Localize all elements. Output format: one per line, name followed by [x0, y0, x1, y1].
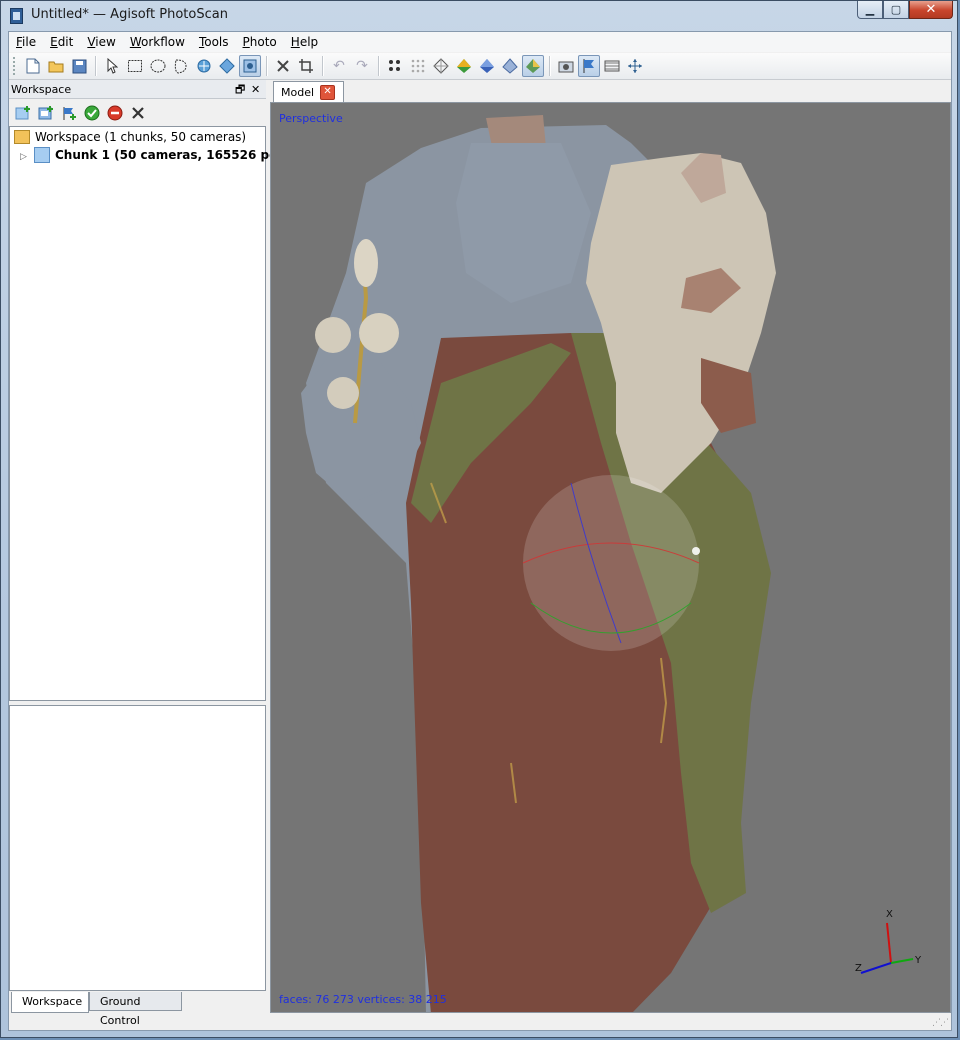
main-toolbar: ↶ ↷ [9, 53, 951, 80]
menu-help[interactable]: Help [284, 35, 325, 49]
client-area: File Edit View Workflow Tools Photo Help [8, 31, 952, 1031]
close-tab-icon[interactable]: ✕ [320, 84, 336, 100]
resize-region-icon[interactable] [239, 55, 261, 77]
show-cameras-icon[interactable] [555, 55, 577, 77]
add-photos-icon[interactable] [35, 102, 57, 124]
toolbar-grip[interactable] [13, 57, 18, 75]
status-bar: ⋰⋰ [9, 1014, 951, 1030]
navigation-icon[interactable] [193, 55, 215, 77]
remove-icon[interactable] [127, 102, 149, 124]
float-dock-icon[interactable]: 🗗 [235, 80, 245, 99]
menu-edit[interactable]: Edit [43, 35, 80, 49]
close-button[interactable]: ✕ [909, 1, 953, 19]
z-axis-label: Z [855, 963, 862, 974]
x-axis-label: X [886, 909, 893, 920]
new-document-icon[interactable] [22, 55, 44, 77]
chunk-icon [34, 146, 50, 163]
disable-icon[interactable] [104, 102, 126, 124]
lily-flower-shape [359, 313, 399, 353]
menu-tools[interactable]: Tools [192, 35, 236, 49]
menu-bar: File Edit View Workflow Tools Photo Help [9, 32, 951, 52]
dock-title-text: Workspace [11, 83, 72, 96]
mesh-stats: faces: 76 273 vertices: 38 215 [279, 993, 447, 1006]
undo-icon[interactable]: ↶ [328, 55, 350, 77]
statue-model [301, 115, 914, 1012]
add-marker-icon[interactable] [58, 102, 80, 124]
show-markers-icon[interactable] [578, 55, 600, 77]
close-dock-icon[interactable]: ✕ [251, 80, 260, 99]
free-form-selection-icon[interactable] [170, 55, 192, 77]
workspace-toolbar [9, 100, 266, 126]
show-shaded-icon[interactable] [476, 55, 498, 77]
chest-shape [456, 143, 591, 303]
menu-file[interactable]: File [9, 35, 43, 49]
pointer-icon[interactable] [101, 55, 123, 77]
tree-item-workspace[interactable]: Workspace (1 chunks, 50 cameras) [14, 128, 246, 146]
show-points-icon[interactable] [384, 55, 406, 77]
minimize-button[interactable]: ▁ [857, 1, 883, 19]
tab-model-label: Model [281, 85, 315, 99]
workspace-dock-title: Workspace 🗗 ✕ [9, 80, 266, 99]
app-icon[interactable] [10, 8, 23, 24]
show-textured-icon[interactable] [499, 55, 521, 77]
show-region-icon[interactable] [601, 55, 623, 77]
workspace-tree: Workspace (1 chunks, 50 cameras) ▷ Chunk … [9, 126, 308, 701]
show-solid-icon[interactable] [453, 55, 475, 77]
delete-icon[interactable] [272, 55, 294, 77]
save-icon[interactable] [68, 55, 90, 77]
add-chunk-icon[interactable] [12, 102, 34, 124]
lily-flower-shape [327, 377, 359, 409]
show-dense-cloud-icon[interactable] [407, 55, 429, 77]
resize-grip-icon[interactable]: ⋰⋰ [932, 1018, 949, 1028]
lily-bud-shape [354, 239, 378, 287]
show-wireframe-icon[interactable] [430, 55, 452, 77]
application-window: Untitled* — Agisoft PhotoScan ▁ ▢ ✕ File… [0, 0, 958, 1038]
toolbar-separator [95, 56, 97, 76]
title-bar[interactable]: Untitled* — Agisoft PhotoScan ▁ ▢ ✕ [1, 1, 959, 31]
rectangle-selection-icon[interactable] [124, 55, 146, 77]
workspace-dock: Workspace 🗗 ✕ Workspace (1 chunks, 50 ca… [9, 80, 308, 1030]
crop-icon[interactable] [295, 55, 317, 77]
tab-workspace[interactable]: Workspace [11, 992, 89, 1013]
toolbar-separator [378, 56, 380, 76]
menu-workflow[interactable]: Workflow [123, 35, 192, 49]
model-area: Model ✕ Perspective faces: 76 273 vertic… [270, 80, 951, 1014]
tree-item-label: Workspace (1 chunks, 50 cameras) [35, 130, 247, 144]
menu-view[interactable]: View [80, 35, 122, 49]
reset-view-icon[interactable] [624, 55, 646, 77]
rotation-sphere[interactable] [522, 475, 700, 651]
show-model-icon[interactable] [522, 55, 544, 77]
y-axis-line [890, 958, 914, 964]
x-axis-line [886, 922, 892, 964]
tab-model[interactable]: Model ✕ [273, 81, 345, 102]
tab-ground-control[interactable]: Ground Control [89, 992, 182, 1027]
y-axis-label: Y [915, 955, 922, 966]
axis-gizmo [860, 922, 914, 974]
open-folder-icon[interactable] [45, 55, 67, 77]
view-tab-bar: Model ✕ [270, 80, 951, 102]
toolbar-separator [322, 56, 324, 76]
caption-buttons: ▁ ▢ ✕ [857, 1, 953, 20]
menu-photo[interactable]: Photo [236, 35, 284, 49]
circle-selection-icon[interactable] [147, 55, 169, 77]
maximize-button[interactable]: ▢ [883, 1, 909, 19]
rotate-object-icon[interactable] [216, 55, 238, 77]
window-title: Untitled* — Agisoft PhotoScan [31, 7, 228, 22]
workspace-icon [14, 129, 30, 144]
enable-icon[interactable] [81, 102, 103, 124]
tree-item-chunk[interactable]: ▷ Chunk 1 (50 cameras, 165526 points) [20, 146, 308, 164]
projection-label: Perspective [279, 112, 343, 125]
properties-panel [9, 705, 266, 991]
lily-flower-shape [315, 317, 351, 353]
expand-arrow-icon[interactable]: ▷ [20, 148, 30, 166]
dock-tabs: Workspace Ground Control [9, 992, 266, 1027]
redo-icon[interactable]: ↷ [351, 55, 373, 77]
toolbar-separator [549, 56, 551, 76]
model-viewport[interactable]: Perspective faces: 76 273 vertices: 38 2… [270, 102, 951, 1013]
toolbar-separator [266, 56, 268, 76]
z-axis-line [860, 962, 892, 974]
